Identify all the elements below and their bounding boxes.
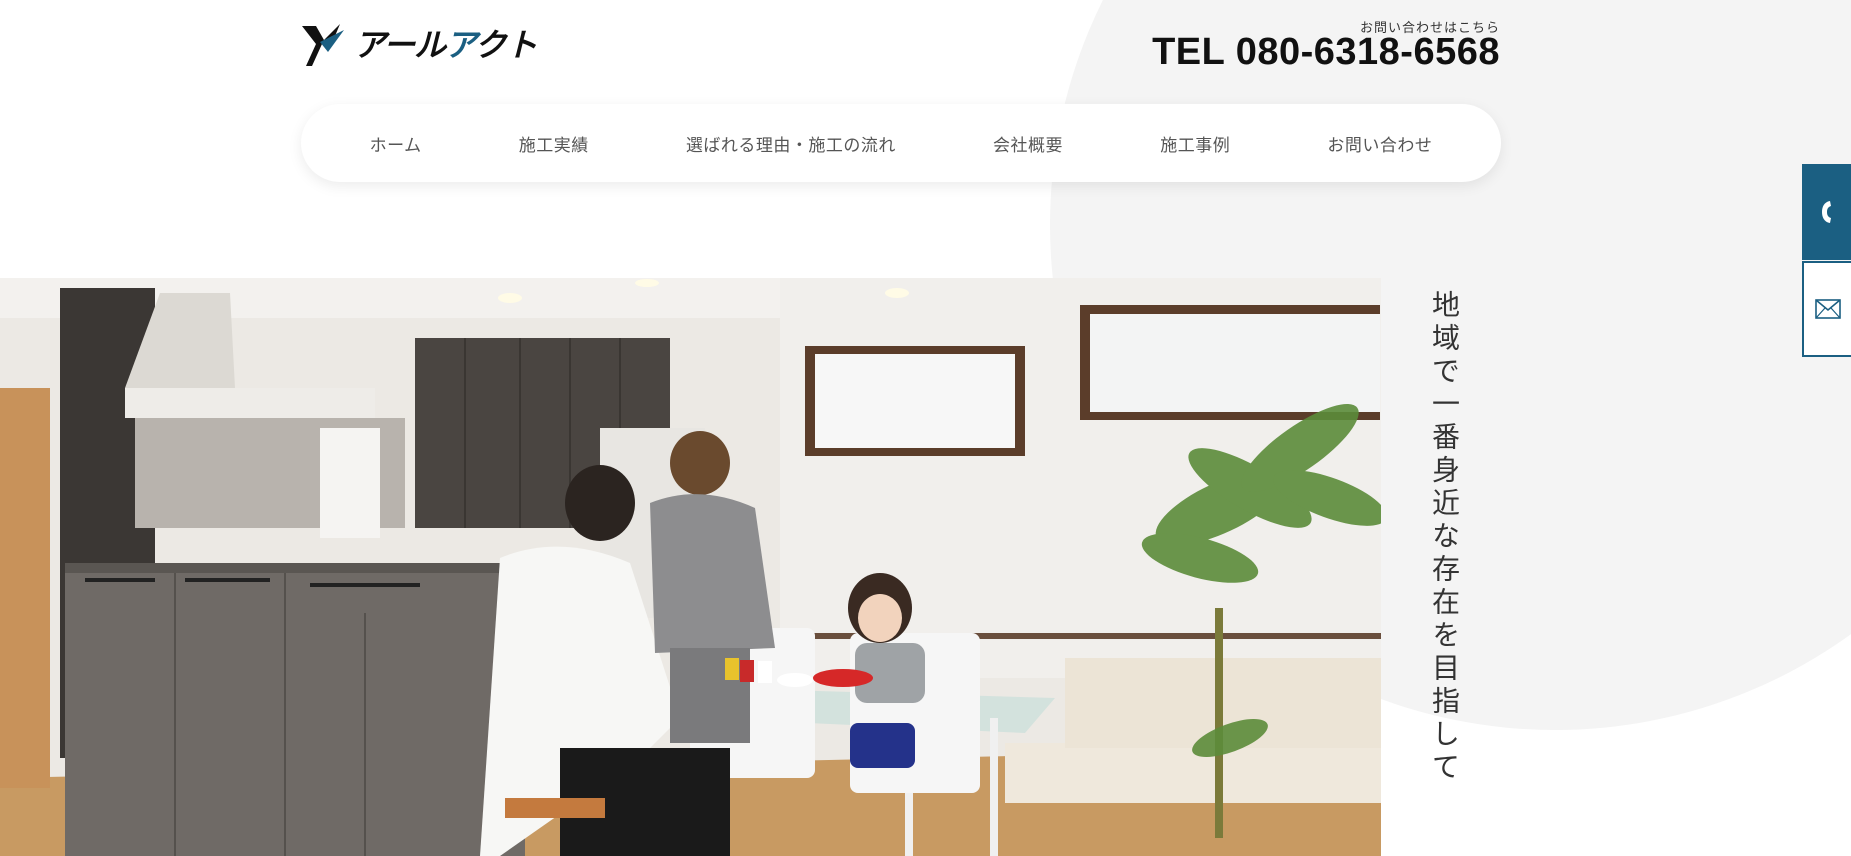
nav-item-reasons-flow[interactable]: 選ばれる理由・施工の流れ bbox=[676, 123, 906, 164]
site-logo[interactable]: アールアクト bbox=[300, 22, 538, 68]
hero-catchcopy: 地域で一番身近な存在を目指して bbox=[1428, 290, 1461, 785]
side-mail-button[interactable] bbox=[1802, 261, 1851, 357]
page: アールアクト お問い合わせはこちら TEL 080-6318-6568 ホーム … bbox=[0, 0, 1851, 856]
logo-text: アールアクト bbox=[354, 26, 538, 64]
nav-item-works[interactable]: 施工実績 bbox=[509, 123, 599, 164]
tel-number[interactable]: TEL 080-6318-6568 bbox=[1152, 28, 1500, 76]
nav-item-cases[interactable]: 施工事例 bbox=[1150, 123, 1240, 164]
phone-icon bbox=[1821, 201, 1831, 223]
logo-mark-icon bbox=[302, 24, 344, 66]
side-phone-button[interactable] bbox=[1802, 164, 1851, 260]
nav-item-company[interactable]: 会社概要 bbox=[983, 123, 1073, 164]
global-nav: ホーム 施工実績 選ばれる理由・施工の流れ 会社概要 施工事例 お問い合わせ bbox=[301, 104, 1501, 182]
nav-item-contact[interactable]: お問い合わせ bbox=[1317, 123, 1442, 164]
mail-icon bbox=[1814, 299, 1841, 319]
hero-image bbox=[0, 278, 1381, 856]
nav-item-home[interactable]: ホーム bbox=[360, 123, 432, 164]
